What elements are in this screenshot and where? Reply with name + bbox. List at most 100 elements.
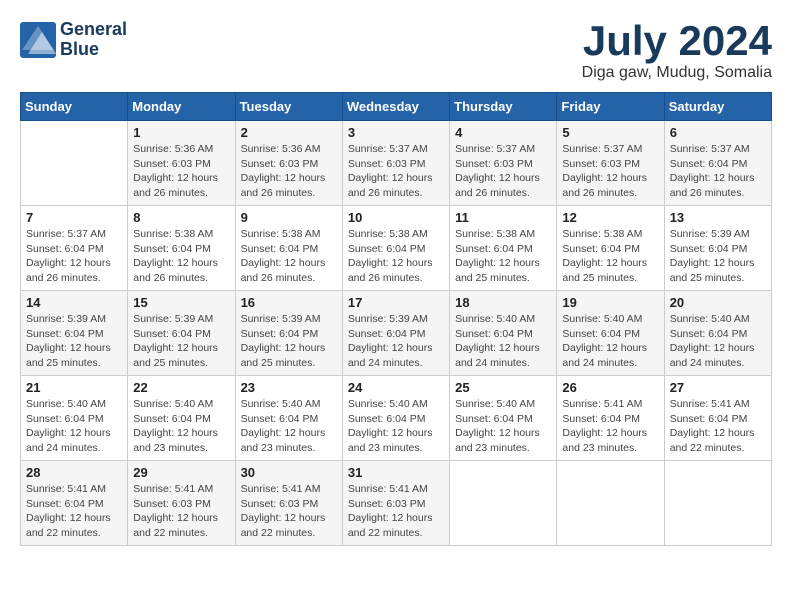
calendar-cell: 2Sunrise: 5:36 AM Sunset: 6:03 PM Daylig…: [235, 121, 342, 206]
month-title: July 2024: [582, 20, 772, 62]
day-info: Sunrise: 5:40 AM Sunset: 6:04 PM Dayligh…: [670, 312, 766, 371]
day-info: Sunrise: 5:41 AM Sunset: 6:04 PM Dayligh…: [26, 482, 122, 541]
day-number: 23: [241, 380, 337, 395]
week-row-4: 21 Sunrise: 5:40 AM Sunset: 6:04 PM Dayli…: [21, 376, 772, 461]
calendar-cell: 27 Sunrise: 5:41 AM Sunset: 6:04 PM Dayli…: [664, 376, 771, 461]
day-number: 30: [241, 465, 337, 480]
day-info: Sunrise: 5:41 AM Sunset: 6:03 PM Dayligh…: [348, 482, 444, 541]
day-number: 17: [348, 295, 444, 310]
calendar-cell: 24 Sunrise: 5:40 AM Sunset: 6:04 PM Dayli…: [342, 376, 449, 461]
calendar-cell: 14 Sunrise: 5:39 AM Sunset: 6:04 PM Dayli…: [21, 291, 128, 376]
day-info: Sunrise: 5:40 AM Sunset: 6:04 PM Dayligh…: [241, 397, 337, 456]
day-number: 28: [26, 465, 122, 480]
week-row-1: 1Sunrise: 5:36 AM Sunset: 6:03 PM Daylig…: [21, 121, 772, 206]
day-number: 13: [670, 210, 766, 225]
day-number: 24: [348, 380, 444, 395]
calendar-cell: 16Sunrise: 5:39 AM Sunset: 6:04 PM Dayli…: [235, 291, 342, 376]
calendar-cell: 26Sunrise: 5:41 AM Sunset: 6:04 PM Dayli…: [557, 376, 664, 461]
header-cell-tuesday: Tuesday: [235, 93, 342, 121]
day-info: Sunrise: 5:40 AM Sunset: 6:04 PM Dayligh…: [348, 397, 444, 456]
calendar-cell: 15 Sunrise: 5:39 AM Sunset: 6:04 PM Dayli…: [128, 291, 235, 376]
day-info: Sunrise: 5:41 AM Sunset: 6:04 PM Dayligh…: [562, 397, 658, 456]
day-info: Sunrise: 5:37 AM Sunset: 6:03 PM Dayligh…: [455, 142, 551, 201]
day-info: Sunrise: 5:38 AM Sunset: 6:04 PM Dayligh…: [455, 227, 551, 286]
day-number: 27: [670, 380, 766, 395]
day-info: Sunrise: 5:40 AM Sunset: 6:04 PM Dayligh…: [26, 397, 122, 456]
day-info: Sunrise: 5:38 AM Sunset: 6:04 PM Dayligh…: [133, 227, 229, 286]
day-number: 21: [26, 380, 122, 395]
day-number: 7: [26, 210, 122, 225]
day-number: 15: [133, 295, 229, 310]
week-row-2: 7 Sunrise: 5:37 AM Sunset: 6:04 PM Daylig…: [21, 206, 772, 291]
day-number: 12: [562, 210, 658, 225]
day-info: Sunrise: 5:38 AM Sunset: 6:04 PM Dayligh…: [562, 227, 658, 286]
day-number: 18: [455, 295, 551, 310]
logo-text: General Blue: [60, 20, 127, 60]
calendar-cell: 21 Sunrise: 5:40 AM Sunset: 6:04 PM Dayli…: [21, 376, 128, 461]
day-info: Sunrise: 5:37 AM Sunset: 6:03 PM Dayligh…: [348, 142, 444, 201]
calendar-cell: 5 Sunrise: 5:37 AM Sunset: 6:03 PM Daylig…: [557, 121, 664, 206]
day-info: Sunrise: 5:37 AM Sunset: 6:04 PM Dayligh…: [670, 142, 766, 201]
calendar-cell: 19Sunrise: 5:40 AM Sunset: 6:04 PM Dayli…: [557, 291, 664, 376]
day-number: 20: [670, 295, 766, 310]
title-block: July 2024 Diga gaw, Mudug, Somalia: [582, 20, 772, 82]
calendar-cell: 8 Sunrise: 5:38 AM Sunset: 6:04 PM Daylig…: [128, 206, 235, 291]
day-info: Sunrise: 5:41 AM Sunset: 6:03 PM Dayligh…: [241, 482, 337, 541]
day-info: Sunrise: 5:41 AM Sunset: 6:03 PM Dayligh…: [133, 482, 229, 541]
day-info: Sunrise: 5:39 AM Sunset: 6:04 PM Dayligh…: [670, 227, 766, 286]
header-cell-wednesday: Wednesday: [342, 93, 449, 121]
calendar-cell: [21, 121, 128, 206]
calendar-cell: 4 Sunrise: 5:37 AM Sunset: 6:03 PM Daylig…: [450, 121, 557, 206]
day-number: 6: [670, 125, 766, 140]
day-number: 19: [562, 295, 658, 310]
header-cell-friday: Friday: [557, 93, 664, 121]
header-cell-sunday: Sunday: [21, 93, 128, 121]
day-info: Sunrise: 5:38 AM Sunset: 6:04 PM Dayligh…: [241, 227, 337, 286]
header-cell-monday: Monday: [128, 93, 235, 121]
day-number: 14: [26, 295, 122, 310]
day-number: 3: [348, 125, 444, 140]
day-info: Sunrise: 5:37 AM Sunset: 6:04 PM Dayligh…: [26, 227, 122, 286]
day-info: Sunrise: 5:36 AM Sunset: 6:03 PM Dayligh…: [133, 142, 229, 201]
day-info: Sunrise: 5:37 AM Sunset: 6:03 PM Dayligh…: [562, 142, 658, 201]
calendar-cell: [557, 461, 664, 546]
day-info: Sunrise: 5:39 AM Sunset: 6:04 PM Dayligh…: [241, 312, 337, 371]
day-number: 9: [241, 210, 337, 225]
calendar-cell: 29Sunrise: 5:41 AM Sunset: 6:03 PM Dayli…: [128, 461, 235, 546]
page-header: General Blue July 2024 Diga gaw, Mudug, …: [20, 20, 772, 82]
day-info: Sunrise: 5:39 AM Sunset: 6:04 PM Dayligh…: [26, 312, 122, 371]
calendar-cell: 17Sunrise: 5:39 AM Sunset: 6:04 PM Dayli…: [342, 291, 449, 376]
day-number: 31: [348, 465, 444, 480]
calendar-cell: 28 Sunrise: 5:41 AM Sunset: 6:04 PM Dayli…: [21, 461, 128, 546]
calendar-cell: 12 Sunrise: 5:38 AM Sunset: 6:04 PM Dayli…: [557, 206, 664, 291]
day-number: 5: [562, 125, 658, 140]
header-row: SundayMondayTuesdayWednesdayThursdayFrid…: [21, 93, 772, 121]
week-row-5: 28 Sunrise: 5:41 AM Sunset: 6:04 PM Dayli…: [21, 461, 772, 546]
day-number: 10: [348, 210, 444, 225]
day-info: Sunrise: 5:40 AM Sunset: 6:04 PM Dayligh…: [455, 312, 551, 371]
calendar-cell: 9 Sunrise: 5:38 AM Sunset: 6:04 PM Daylig…: [235, 206, 342, 291]
location: Diga gaw, Mudug, Somalia: [582, 64, 772, 82]
calendar-cell: 20 Sunrise: 5:40 AM Sunset: 6:04 PM Dayli…: [664, 291, 771, 376]
header-cell-saturday: Saturday: [664, 93, 771, 121]
day-info: Sunrise: 5:40 AM Sunset: 6:04 PM Dayligh…: [133, 397, 229, 456]
calendar-table: SundayMondayTuesdayWednesdayThursdayFrid…: [20, 92, 772, 546]
day-number: 4: [455, 125, 551, 140]
logo-icon: [20, 22, 56, 58]
day-info: Sunrise: 5:39 AM Sunset: 6:04 PM Dayligh…: [133, 312, 229, 371]
calendar-cell: 22 Sunrise: 5:40 AM Sunset: 6:04 PM Dayli…: [128, 376, 235, 461]
header-cell-thursday: Thursday: [450, 93, 557, 121]
day-number: 8: [133, 210, 229, 225]
calendar-cell: 30 Sunrise: 5:41 AM Sunset: 6:03 PM Dayli…: [235, 461, 342, 546]
day-number: 22: [133, 380, 229, 395]
day-info: Sunrise: 5:41 AM Sunset: 6:04 PM Dayligh…: [670, 397, 766, 456]
calendar-cell: 7 Sunrise: 5:37 AM Sunset: 6:04 PM Daylig…: [21, 206, 128, 291]
day-info: Sunrise: 5:40 AM Sunset: 6:04 PM Dayligh…: [455, 397, 551, 456]
calendar-cell: [450, 461, 557, 546]
week-row-3: 14 Sunrise: 5:39 AM Sunset: 6:04 PM Dayli…: [21, 291, 772, 376]
calendar-cell: 1Sunrise: 5:36 AM Sunset: 6:03 PM Daylig…: [128, 121, 235, 206]
calendar-cell: 6 Sunrise: 5:37 AM Sunset: 6:04 PM Daylig…: [664, 121, 771, 206]
calendar-cell: 18 Sunrise: 5:40 AM Sunset: 6:04 PM Dayli…: [450, 291, 557, 376]
calendar-cell: 11Sunrise: 5:38 AM Sunset: 6:04 PM Dayli…: [450, 206, 557, 291]
calendar-cell: 13 Sunrise: 5:39 AM Sunset: 6:04 PM Dayli…: [664, 206, 771, 291]
